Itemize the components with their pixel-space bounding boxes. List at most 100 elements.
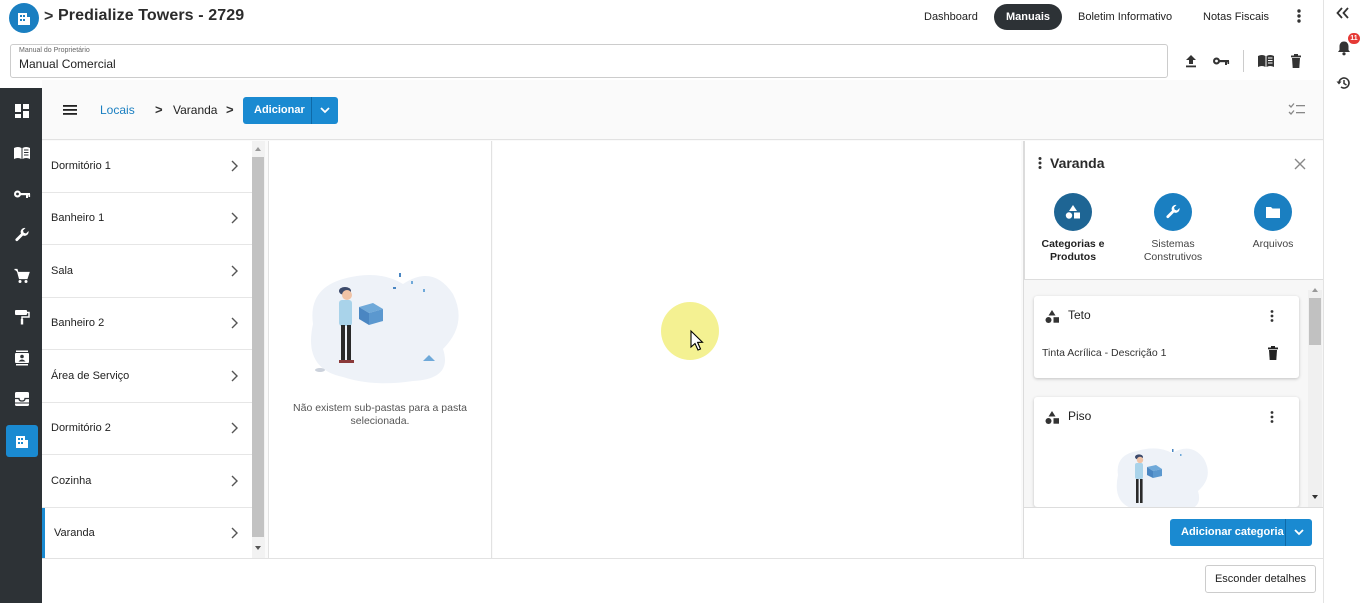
manual-label: Manual do Proprietário [19,47,90,54]
scrollbar-thumb[interactable] [1309,298,1321,345]
book-icon[interactable] [6,137,38,169]
details-title: Varanda [1050,155,1105,171]
tab-dashboard[interactable]: Dashboard [912,4,990,30]
breadcrumb-current: Varanda [173,103,218,117]
construction-systems-button[interactable] [1154,193,1192,231]
chevron-right-icon [229,264,239,278]
content-pane [493,141,1021,558]
scroll-down-arrow-icon[interactable] [255,546,261,550]
close-icon[interactable] [1294,157,1306,170]
chevron-down-icon[interactable] [1293,526,1305,538]
folder-label: Banheiro 2 [51,317,105,329]
right-rail [1323,0,1361,603]
tab-notas-fiscais[interactable]: Notas Fiscais [1191,4,1281,30]
more-vert-icon[interactable] [1269,410,1275,424]
tab-boletim-informativo[interactable]: Boletim Informativo [1066,4,1184,30]
list-item[interactable]: Dormitório 1 [42,141,252,193]
chevron-right-icon [229,421,239,435]
bottom-bar [42,558,1323,603]
add-category-button[interactable]: Adicionar categoria [1170,519,1312,546]
chevron-right-icon [229,159,239,173]
folder-label: Sala [51,265,74,277]
contacts-icon[interactable] [6,342,38,374]
inbox-icon[interactable] [6,383,38,415]
building-icon[interactable] [6,425,38,457]
folder-icon [1266,207,1280,218]
menu-icon[interactable] [62,103,78,117]
building-logo-icon[interactable] [9,3,39,33]
files-button[interactable] [1254,193,1292,231]
trash-icon[interactable] [1287,52,1305,70]
folder-label: Dormitório 2 [51,422,111,434]
breadcrumb-locais[interactable]: Locais [100,103,135,117]
folder-list: Dormitório 1 Banheiro 1 Sala Banheiro 2 … [42,141,252,560]
scroll-up-arrow-icon[interactable] [1312,288,1318,292]
add-button-label: Adicionar [254,104,305,116]
list-item[interactable]: Banheiro 2 [42,298,252,350]
chevron-down-icon[interactable] [319,104,331,116]
split-divider [1285,519,1286,546]
category-card[interactable]: Piso [1034,397,1299,507]
product-name: Tinta Acrílica - Descrição 1 [1042,347,1167,359]
toolbar-divider [1243,50,1244,72]
key-icon[interactable] [6,178,38,210]
shapes-icon [1065,205,1080,219]
title-chevron: > [44,8,54,25]
add-category-label: Adicionar categoria [1181,526,1284,538]
list-item[interactable]: Sala [42,246,252,298]
manual-select[interactable]: Manual do Proprietário Manual Comercial [10,44,1168,78]
category-title: Teto [1068,308,1091,322]
breadcrumb-separator: > [226,102,234,117]
book-icon[interactable] [1257,52,1275,70]
folder-label: Dormitório 1 [51,160,111,172]
paint-roller-icon[interactable] [6,301,38,333]
chevron-right-icon [229,316,239,330]
scroll-down-arrow-icon[interactable] [1312,495,1318,499]
scrollbar-thumb[interactable] [252,157,264,537]
manual-value: Manual Comercial [19,57,116,71]
trash-icon[interactable] [1267,346,1279,360]
top-bar: > Predialize Towers - 2729 Dashboard Man… [0,0,1323,36]
folder-label: Cozinha [51,475,92,487]
tab-manuais[interactable]: Manuais [994,4,1063,30]
scroll-up-arrow-icon[interactable] [255,147,261,151]
more-vert-icon[interactable] [1269,309,1275,323]
wrench-icon[interactable] [6,219,38,251]
history-icon[interactable] [1336,75,1352,91]
folder-label: Banheiro 1 [51,212,105,224]
breadcrumb-separator: > [155,102,163,117]
chevron-right-icon [229,526,239,540]
list-item-selected[interactable]: Varanda [42,508,252,560]
empty-state-illustration [1116,448,1208,507]
category-card[interactable]: Teto Tinta Acrílica - Descrição 1 [1034,296,1299,378]
dashboard-icon[interactable] [6,95,38,127]
action-label-files: Arquivos [1252,238,1294,250]
empty-subfolders-message: Não existem sub-pastas para a pasta sele… [293,402,467,427]
page-title: Predialize Towers - 2729 [58,7,245,24]
chevron-right-icon [229,474,239,488]
list-item[interactable]: Área de Serviço [42,351,252,403]
cart-icon[interactable] [6,260,38,292]
checklist-icon[interactable] [1288,102,1306,116]
more-vert-icon[interactable] [1290,5,1308,29]
split-divider [311,97,312,124]
shapes-icon [1044,410,1060,426]
collapse-double-chevron-icon[interactable] [1336,6,1350,19]
add-button[interactable]: Adicionar [243,97,338,124]
chevron-right-icon [229,211,239,225]
mouse-pointer-icon [690,329,704,351]
list-item[interactable]: Banheiro 1 [42,193,252,245]
list-item[interactable]: Cozinha [42,456,252,508]
list-item[interactable]: Dormitório 2 [42,403,252,455]
categories-products-button[interactable] [1054,193,1092,231]
key-icon[interactable] [1212,52,1230,70]
more-vert-icon[interactable] [1037,156,1043,170]
hide-details-button[interactable]: Esconder detalhes [1205,565,1316,593]
folder-toolbar [42,88,1323,140]
upload-icon[interactable] [1182,52,1200,70]
wrench-icon [1166,204,1180,219]
chevron-right-icon [229,369,239,383]
action-label-categories: Categorias e Produtos [1041,238,1105,263]
subfolder-pane [268,141,492,558]
empty-state-illustration [311,273,459,384]
